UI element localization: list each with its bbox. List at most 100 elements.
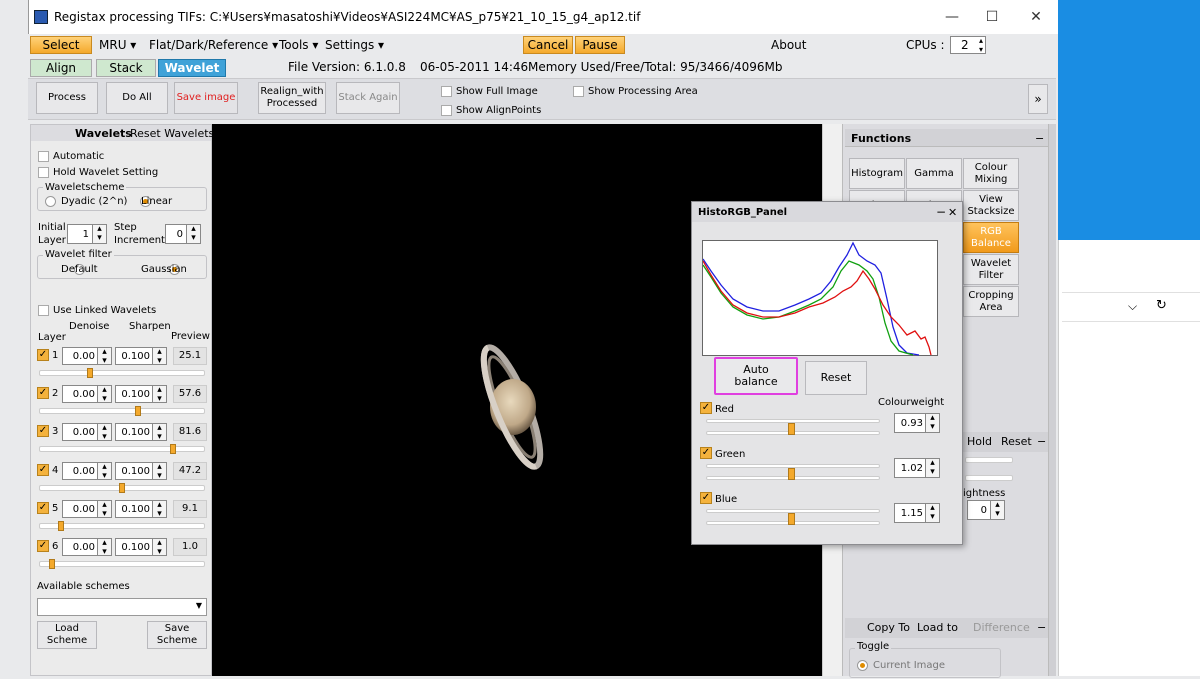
- denoise-spinner[interactable]: 0.00 ▴ ▾: [62, 347, 112, 366]
- channel-checkbox[interactable]: ✓: [700, 402, 712, 414]
- sharpen-spinner[interactable]: 0.100 ▴ ▾: [115, 347, 167, 366]
- gamma-button[interactable]: Gamma: [906, 158, 962, 189]
- layer-checkbox[interactable]: ✓: [37, 502, 49, 514]
- functions-collapse-icon[interactable]: −: [1035, 132, 1044, 145]
- expand-toolbar-button[interactable]: »: [1028, 84, 1048, 114]
- dyadic-radio[interactable]: [45, 196, 56, 207]
- layer-checkbox[interactable]: ✓: [37, 349, 49, 361]
- colourweight-spinner[interactable]: 1.02 ▴ ▾: [894, 458, 940, 478]
- spinner-arrows-icon[interactable]: ▴ ▾: [152, 386, 166, 404]
- auto-balance-button[interactable]: Auto balance: [714, 357, 798, 395]
- layer-slider-thumb[interactable]: [119, 483, 125, 493]
- panel-minimize-icon[interactable]: −: [936, 205, 946, 219]
- realign-button[interactable]: Realign_with Processed: [258, 82, 326, 114]
- layer-slider[interactable]: [39, 561, 205, 567]
- sharpen-spinner[interactable]: 0.100 ▴ ▾: [115, 385, 167, 404]
- stack-again-button[interactable]: Stack Again: [336, 82, 400, 114]
- menu-mru[interactable]: MRU ▾: [99, 38, 136, 52]
- reset-button[interactable]: Reset: [1001, 435, 1032, 448]
- denoise-spinner[interactable]: 0.00 ▴ ▾: [62, 385, 112, 404]
- spinner-arrows-icon[interactable]: ▴ ▾: [97, 386, 111, 404]
- layer-slider-thumb[interactable]: [87, 368, 93, 378]
- adjust-slider-1[interactable]: [965, 457, 1013, 463]
- use-linked-wavelets-checkbox[interactable]: [38, 305, 49, 316]
- view-stacksize-button[interactable]: View Stacksize: [963, 190, 1019, 221]
- sharpen-spinner[interactable]: 0.100 ▴ ▾: [115, 423, 167, 442]
- layer-slider[interactable]: [39, 370, 205, 376]
- do-all-button[interactable]: Do All: [106, 82, 168, 114]
- denoise-spinner[interactable]: 0.00 ▴ ▾: [62, 538, 112, 557]
- menu-settings[interactable]: Settings ▾: [325, 38, 384, 52]
- show-processing-area-checkbox[interactable]: [573, 86, 584, 97]
- current-image-radio[interactable]: [857, 660, 868, 671]
- refresh-icon[interactable]: ↻: [1156, 298, 1167, 313]
- available-schemes-select[interactable]: ▼: [37, 598, 207, 616]
- panel-close-icon[interactable]: ✕: [948, 206, 957, 219]
- tab-wavelet[interactable]: Wavelet: [158, 59, 226, 77]
- reset-wavelets-button[interactable]: Reset Wavelets: [130, 127, 214, 140]
- histogram-button[interactable]: Histogram: [849, 158, 905, 189]
- spinner-arrows-icon[interactable]: ▴ ▾: [925, 414, 939, 432]
- cancel-button[interactable]: Cancel: [523, 36, 573, 54]
- spinner-arrows-icon[interactable]: ▴ ▾: [152, 424, 166, 442]
- wavelet-filter-button[interactable]: Wavelet Filter: [963, 254, 1019, 285]
- channel-slider-thumb[interactable]: [788, 423, 795, 435]
- brightness-spinner[interactable]: 0 ▴ ▾: [967, 500, 1005, 520]
- reset-histo-button[interactable]: Reset: [805, 361, 867, 395]
- cropping-area-button[interactable]: Cropping Area: [963, 286, 1019, 317]
- step-increment-spinner[interactable]: 0 ▴ ▾: [165, 224, 201, 244]
- save-image-button[interactable]: Save image: [174, 82, 238, 114]
- collapse-icon[interactable]: −: [1037, 435, 1046, 448]
- show-alignpoints-checkbox[interactable]: [441, 105, 452, 116]
- channel-checkbox[interactable]: ✓: [700, 492, 712, 504]
- layer-checkbox[interactable]: ✓: [37, 425, 49, 437]
- sharpen-spinner[interactable]: 0.100 ▴ ▾: [115, 538, 167, 557]
- denoise-spinner[interactable]: 0.00 ▴ ▾: [62, 500, 112, 519]
- layer-slider-thumb[interactable]: [49, 559, 55, 569]
- sharpen-spinner[interactable]: 0.100 ▴ ▾: [115, 462, 167, 481]
- spinner-arrows-icon[interactable]: ▴ ▾: [152, 348, 166, 366]
- tab-stack[interactable]: Stack: [96, 59, 156, 77]
- layer-slider-thumb[interactable]: [135, 406, 141, 416]
- automatic-checkbox[interactable]: [38, 151, 49, 162]
- collapse-icon[interactable]: −: [1037, 621, 1046, 634]
- spinner-arrows-icon[interactable]: ▴ ▾: [925, 459, 939, 477]
- chevron-down-icon[interactable]: ⌵: [1128, 299, 1137, 314]
- tab-align[interactable]: Align: [30, 59, 92, 77]
- colourweight-spinner[interactable]: 1.15 ▴ ▾: [894, 503, 940, 523]
- channel-checkbox[interactable]: ✓: [700, 447, 712, 459]
- layer-slider-thumb[interactable]: [170, 444, 176, 454]
- spinner-arrows-icon[interactable]: ▴ ▾: [97, 424, 111, 442]
- layer-checkbox[interactable]: ✓: [37, 464, 49, 476]
- layer-slider[interactable]: [39, 408, 205, 414]
- layer-checkbox[interactable]: ✓: [37, 540, 49, 552]
- spinner-arrows-icon[interactable]: ▴ ▾: [97, 463, 111, 481]
- layer-slider-thumb[interactable]: [58, 521, 64, 531]
- spinner-arrows-icon[interactable]: ▴ ▾: [92, 225, 106, 243]
- spinner-arrows-icon[interactable]: ▴ ▾: [152, 463, 166, 481]
- channel-slider-thumb[interactable]: [788, 513, 795, 525]
- spinner-arrows-icon[interactable]: ▴ ▾: [97, 501, 111, 519]
- spinner-arrows-icon[interactable]: ▴ ▾: [925, 504, 939, 522]
- colourweight-spinner[interactable]: 0.93 ▴ ▾: [894, 413, 940, 433]
- denoise-spinner[interactable]: 0.00 ▴ ▾: [62, 462, 112, 481]
- load-scheme-button[interactable]: Load Scheme: [37, 621, 97, 649]
- spinner-arrows-icon[interactable]: ▴ ▾: [97, 348, 111, 366]
- spinner-arrows-icon[interactable]: ▴ ▾: [990, 501, 1004, 519]
- rgb-balance-button[interactable]: RGB Balance: [963, 222, 1019, 253]
- spinner-arrows-icon[interactable]: ▴ ▾: [152, 501, 166, 519]
- layer-checkbox[interactable]: ✓: [37, 387, 49, 399]
- cpus-spinner[interactable]: 2 ▴ ▾: [950, 36, 986, 54]
- layer-slider[interactable]: [39, 446, 205, 452]
- pause-button[interactable]: Pause: [575, 36, 625, 54]
- sharpen-spinner[interactable]: 0.100 ▴ ▾: [115, 500, 167, 519]
- show-full-image-checkbox[interactable]: [441, 86, 452, 97]
- close-button[interactable]: ✕: [1026, 8, 1046, 26]
- hold-wavelet-checkbox[interactable]: [38, 167, 49, 178]
- minimize-button[interactable]: —: [942, 8, 962, 26]
- spinner-arrows-icon[interactable]: ▴ ▾: [186, 225, 200, 243]
- menu-tools[interactable]: Tools ▾: [279, 38, 318, 52]
- spinner-arrows-icon[interactable]: ▴ ▾: [979, 36, 985, 54]
- adjust-slider-2[interactable]: [965, 475, 1013, 481]
- menu-flat-dark-reference[interactable]: Flat/Dark/Reference ▾: [149, 38, 278, 52]
